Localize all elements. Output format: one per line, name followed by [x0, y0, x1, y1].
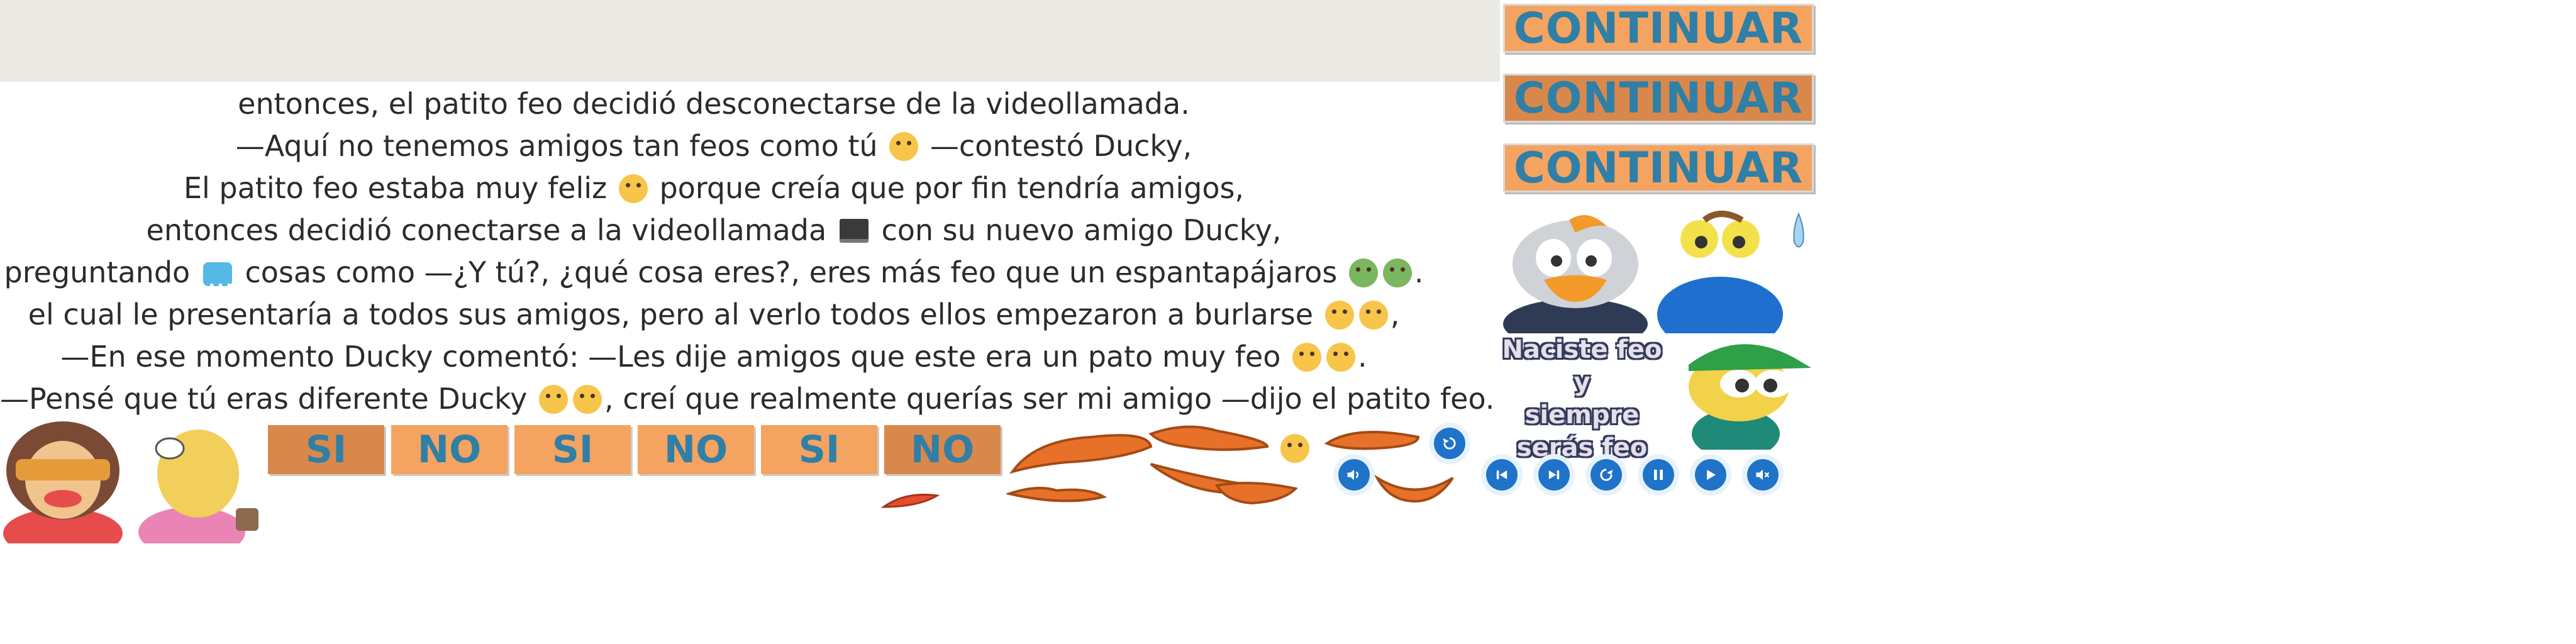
story-text-9: cosas como —¿Y tú?, ¿qué cosa eres?, ere…	[245, 255, 1338, 289]
duck-character-pink[interactable]	[129, 420, 264, 543]
girl-character-blindfolded[interactable]	[0, 420, 132, 543]
story-line-7: —En ese momento Ducky comentó: —Les dije…	[0, 336, 1428, 378]
nauseated-face-icon	[1348, 258, 1378, 287]
play-button[interactable]	[1690, 454, 1731, 496]
speech-bubble-text[interactable]: Naciste feo y siempre serás feo	[1502, 333, 1662, 462]
story-text: entonces, el patito feo decidió desconec…	[0, 83, 1494, 420]
story-text-13: —En ese momento Ducky comentó: —Les dije…	[60, 340, 1281, 374]
beak-piece-8[interactable]	[880, 488, 940, 513]
story-line-2: —Aquí no tenemos amigos tan feos como tú…	[0, 125, 1428, 167]
crying-face-icon	[539, 385, 569, 414]
nauseated-face-icon	[1382, 258, 1412, 287]
next-icon	[1548, 470, 1560, 479]
story-text-7: con su nuevo amigo Ducky,	[881, 213, 1282, 247]
previous-button[interactable]	[1481, 454, 1523, 496]
answer-no-button-2[interactable]: NO	[638, 425, 754, 474]
speech-bubble-icon	[203, 262, 234, 307]
story-text-5: porque creía que por fin tendría amigos,	[659, 171, 1245, 205]
answer-no-button-3[interactable]: NO	[884, 425, 1001, 474]
green-cap-duck-character[interactable]	[1670, 330, 1814, 450]
story-text-3: —contestó Ducky,	[930, 129, 1192, 163]
answer-no-button-1[interactable]: NO	[391, 425, 508, 474]
laughing-face-icon	[1358, 301, 1388, 330]
mute-button[interactable]	[1742, 454, 1784, 496]
restart-icon	[1443, 437, 1456, 450]
beak-piece-7[interactable]	[1374, 473, 1456, 504]
story-line-4: entonces decidió conectarse a la videoll…	[0, 209, 1428, 252]
previous-icon	[1496, 470, 1507, 479]
laughing-face-icon	[1292, 343, 1321, 372]
replay-icon	[1600, 469, 1613, 481]
laughing-face-icon	[1326, 343, 1355, 372]
answer-yes-button-1[interactable]: SI	[268, 425, 384, 474]
story-text-14: .	[1357, 340, 1367, 374]
pause-icon	[1654, 469, 1663, 480]
story-text-16: , creí que realmente querías ser mi amig…	[604, 382, 1495, 416]
story-line-1: entonces, el patito feo decidió desconec…	[0, 83, 1428, 125]
pause-button[interactable]	[1638, 454, 1679, 496]
laughing-face-icon	[1324, 301, 1354, 330]
beak-piece-4[interactable]	[1324, 425, 1424, 453]
beak-piece-6[interactable]	[1214, 479, 1302, 508]
teardrop-icon	[1793, 212, 1804, 248]
continue-button-2[interactable]: CONTINUAR	[1503, 74, 1814, 123]
volume-icon	[1347, 469, 1358, 480]
story-line-8: —Pensé que tú eras diferente Ducky , cre…	[0, 378, 1494, 420]
story-text-8: preguntando	[4, 255, 191, 289]
story-line-3: El patito feo estaba muy feliz porque cr…	[0, 167, 1428, 209]
story-text-12: ,	[1390, 297, 1400, 331]
smiling-face-icon	[618, 174, 648, 203]
next-button[interactable]	[1533, 454, 1575, 496]
story-text-1: entonces, el patito feo decidió desconec…	[238, 87, 1190, 121]
replay-button[interactable]	[1585, 454, 1627, 496]
beak-piece-2[interactable]	[1148, 421, 1274, 459]
story-text-4: El patito feo estaba muy feliz	[183, 171, 608, 205]
play-icon	[1707, 469, 1716, 480]
story-text-10: .	[1414, 255, 1424, 289]
grey-duck-character[interactable]	[1500, 208, 1651, 333]
volume-button[interactable]	[1333, 454, 1375, 496]
story-text-2: —Aquí no tenemos amigos tan feos como tú	[235, 129, 878, 163]
continue-button-1[interactable]: CONTINUAR	[1503, 4, 1814, 53]
crying-face-icon	[573, 385, 602, 414]
story-text-15: —Pensé que tú eras diferente Ducky	[0, 382, 528, 416]
mute-icon	[1756, 469, 1770, 480]
answer-yes-button-2[interactable]: SI	[514, 425, 631, 474]
answer-yes-button-3[interactable]: SI	[761, 425, 877, 474]
beak-piece-1[interactable]	[1009, 421, 1154, 481]
beak-piece-5[interactable]	[1006, 478, 1107, 506]
laughing-emoji-sticker[interactable]	[1280, 434, 1309, 463]
story-line-5: preguntando cosas como —¿Y tú?, ¿qué cos…	[0, 252, 1428, 307]
angry-face-icon	[889, 132, 919, 161]
continue-button-3[interactable]: CONTINUAR	[1503, 143, 1814, 193]
top-bar	[0, 0, 1500, 82]
story-text-6: entonces decidió conectarse a la videoll…	[146, 213, 827, 247]
laptop-icon	[839, 219, 869, 243]
restart-button[interactable]	[1429, 423, 1470, 464]
blue-duck-character[interactable]	[1654, 208, 1789, 333]
